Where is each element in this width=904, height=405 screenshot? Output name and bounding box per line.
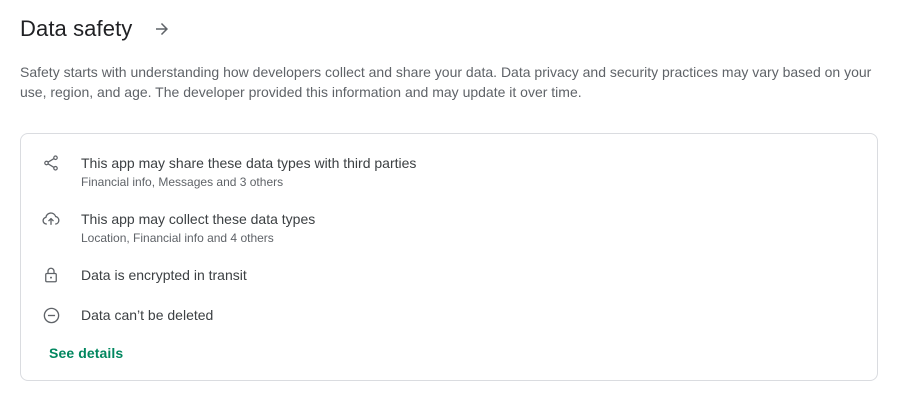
cloud-upload-icon (41, 209, 61, 229)
minus-circle-icon (41, 305, 61, 325)
item-title: This app may share these data types with… (81, 155, 417, 171)
item-title: Data can’t be deleted (81, 307, 214, 323)
share-data-item: This app may share these data types with… (41, 153, 416, 190)
collect-data-item: This app may collect these data types Lo… (41, 209, 315, 246)
item-subtitle: Financial info, Messages and 3 others (81, 175, 284, 189)
data-safety-card: This app may share these data types with… (20, 133, 878, 381)
item-title: Data is encrypted in transit (81, 267, 247, 283)
item-subtitle: Location, Financial info and 4 others (81, 231, 274, 245)
arrow-right-icon[interactable] (150, 17, 174, 41)
data-safety-header: Data safety (20, 12, 174, 46)
lock-icon (41, 265, 61, 285)
see-details-link[interactable]: See details (49, 345, 123, 361)
cannot-delete-item: Data can’t be deleted (41, 305, 213, 325)
encrypted-item: Data is encrypted in transit (41, 265, 247, 285)
share-icon (41, 153, 61, 173)
item-title: This app may collect these data types (81, 211, 316, 227)
section-description: Safety starts with understanding how dev… (20, 64, 872, 100)
section-title: Data safety (20, 16, 133, 41)
